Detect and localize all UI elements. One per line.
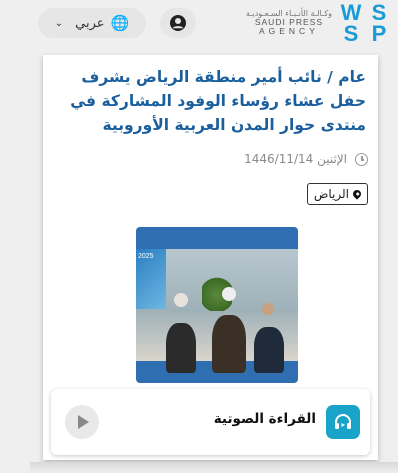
location-text: الرياض [313,187,349,201]
divider [30,462,398,473]
top-header: 🌐 عربي ⌄ وكـالـة الأنـبـاء السـعـوديـة S… [0,0,398,50]
article-headline[interactable]: عام / نائب أمير منطقة الرياض يشرف حفل عش… [50,65,366,137]
globe-icon: 🌐 [110,14,130,32]
article-date: الإثنين 1446/11/14 [244,152,368,166]
article-card: عام / نائب أمير منطقة الرياض يشرف حفل عش… [43,55,378,460]
article-date-text: الإثنين 1446/11/14 [244,152,347,166]
spa-logo[interactable]: وكـالـة الأنـبـاء السـعـوديـة SAUDI PRES… [246,0,392,46]
audio-reader-label: القراءة الصوتية [213,411,316,427]
article-photo[interactable]: 2025 [136,227,298,383]
play-button[interactable] [65,405,99,439]
play-icon [78,415,89,429]
language-label: عربي [75,15,105,31]
logo-english-line2: AGENCY [258,26,319,37]
headphones-icon [326,405,360,439]
logo-mark-icon: W S S P [340,0,387,46]
photo-year-text: 2025 [138,253,154,260]
clock-icon [355,152,368,166]
chevron-down-icon: ⌄ [54,17,64,29]
audio-reader-bar: القراءة الصوتية [51,389,370,455]
location-pin-icon [351,188,363,200]
user-account-button[interactable] [160,8,196,38]
location-tag[interactable]: الرياض [306,183,368,205]
language-selector[interactable]: 🌐 عربي ⌄ [38,8,146,38]
user-icon [170,15,186,31]
logo-wordmark: وكـالـة الأنـبـاء السـعـوديـة SAUDI PRES… [246,9,332,37]
